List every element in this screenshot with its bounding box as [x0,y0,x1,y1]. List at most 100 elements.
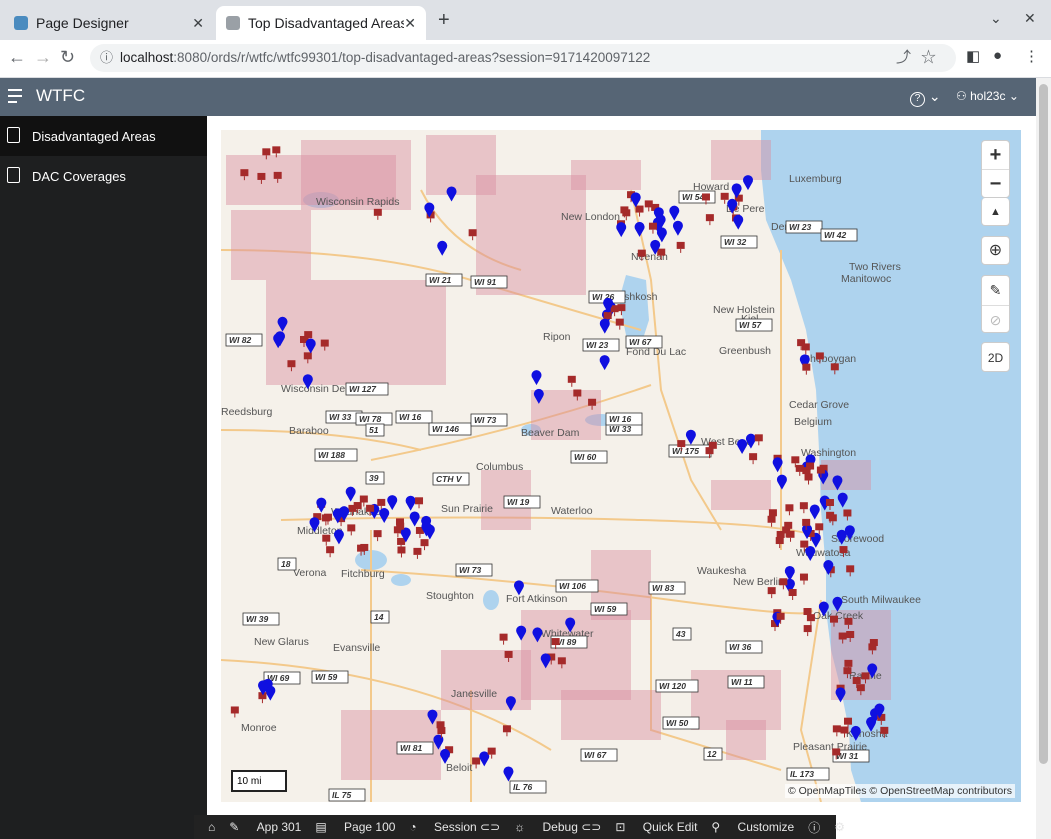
map-pin-red[interactable] [869,639,878,647]
map-pin-red[interactable] [795,464,804,472]
new-tab-button[interactable]: + [438,9,450,32]
map-pin-blue[interactable] [409,511,420,527]
close-window-icon[interactable]: ✕ [1024,10,1036,27]
map-pin-red[interactable] [802,518,811,526]
map-pin-red[interactable] [767,515,776,523]
map-pin-red[interactable] [304,331,313,339]
map-pin-blue[interactable] [437,240,448,256]
map-pin-red[interactable] [720,192,729,200]
help-menu[interactable]: ? ⌄ [910,88,941,107]
map-pin-red[interactable] [844,617,853,625]
map-pin-red[interactable] [437,727,446,735]
reload-icon[interactable]: ↻ [60,47,75,68]
map-pin-red[interactable] [348,504,357,512]
map-pin-blue[interactable] [616,222,627,238]
map-pin-red[interactable] [806,614,815,622]
chevron-down-icon[interactable]: ⌄ [990,10,1002,27]
map-pin-red[interactable] [803,608,812,616]
nav-item-dac-coverages[interactable]: DAC Coverages [0,156,207,196]
map-pin-blue[interactable] [333,529,344,545]
map-pin-red[interactable] [838,632,847,640]
map-pin-blue[interactable] [599,318,610,334]
map-pin-red[interactable] [846,631,855,639]
map-pin-blue[interactable] [405,495,416,511]
map-pin-red[interactable] [799,502,808,510]
map-canvas[interactable]: OshkoshNeenahNew LondonWisconsin RapidsR… [221,130,1021,802]
map-pin-blue[interactable] [531,370,542,386]
map-pin-red[interactable] [804,473,813,481]
map-attribution[interactable]: © OpenMapTiles © OpenStreetMap contribut… [784,784,1015,798]
map-pin-red[interactable] [705,214,714,222]
map-pin-red[interactable] [615,318,624,326]
map-pin-red[interactable] [815,523,824,531]
map-pin-red[interactable] [846,565,855,573]
hamburger-icon[interactable] [8,89,22,103]
2d-3d-toggle-button[interactable]: 2D [981,342,1010,372]
map-pin-red[interactable] [551,638,560,646]
map-pin-blue[interactable] [503,766,514,782]
map-pin-red[interactable] [826,511,835,519]
map-pin-red[interactable] [677,440,686,448]
dev-app-button[interactable]: ✎ App 301 [229,820,301,834]
map-pin-red[interactable] [303,352,312,360]
map-pin-red[interactable] [779,578,788,586]
map-pin-red[interactable] [825,499,834,507]
map-pin-red[interactable] [397,546,406,554]
map-pin-blue[interactable] [669,205,680,221]
close-tab-icon[interactable]: ✕ [192,15,204,32]
map-pin-red[interactable] [323,513,332,521]
map-pin-red[interactable] [415,497,424,505]
map-pin-red[interactable] [257,172,266,180]
map-pin-red[interactable] [815,352,824,360]
map-pin-red[interactable] [701,193,710,201]
back-icon[interactable]: ← [8,47,26,68]
map-pin-blue[interactable] [742,175,753,191]
map-pin-red[interactable] [373,208,382,216]
map-pin-blue[interactable] [685,429,696,445]
map-pin-red[interactable] [273,171,282,179]
map-pin-red[interactable] [705,447,714,455]
map-pin-red[interactable] [802,363,811,371]
map-pin-red[interactable] [637,249,646,257]
map-pin-red[interactable] [326,546,335,554]
map-pin-red[interactable] [657,248,666,256]
map-pin-red[interactable] [230,706,239,714]
map-pin-red[interactable] [856,684,865,692]
map-pin-red[interactable] [504,650,513,658]
map-pin-red[interactable] [377,498,386,506]
dev-customize-button[interactable]: ⚲ Customize [711,820,794,834]
map-pin-red[interactable] [839,546,848,554]
map-pin-red[interactable] [767,587,776,595]
map-pin-red[interactable] [676,241,685,249]
profile-icon[interactable]: ● [993,47,1002,64]
url-input[interactable]: ⓘ localhost:8080/ords/r/wtfc/wtfc99301/t… [90,44,956,72]
map-pin-red[interactable] [502,725,511,733]
map-pin-red[interactable] [557,657,566,665]
map-pin-red[interactable] [861,672,870,680]
map-pin-red[interactable] [880,726,889,734]
forward-icon[interactable]: → [34,47,52,68]
map-pin-red[interactable] [749,453,758,461]
map-pin-blue[interactable] [776,474,787,490]
map-pin-red[interactable] [573,389,582,397]
map-pin-red[interactable] [830,363,839,371]
map-pin-blue[interactable] [672,220,683,236]
draw-polygon-icon[interactable]: ✎ [982,276,1009,305]
map-pin-red[interactable] [816,466,825,474]
close-tab-icon[interactable]: ✕ [404,15,416,32]
zoom-in-button[interactable]: + [982,141,1009,169]
map-pin-red[interactable] [788,588,797,596]
map-pin-blue[interactable] [446,186,457,202]
map-pin-blue[interactable] [630,192,641,208]
sidepanel-icon[interactable]: ◧ [966,47,980,65]
map-pin-red[interactable] [803,625,812,633]
map-pin-red[interactable] [499,633,508,641]
map-pin-blue[interactable] [316,497,327,513]
menu-icon[interactable]: ⋮ [1024,47,1039,65]
map-pin-red[interactable] [843,667,852,675]
map-pin-red[interactable] [287,360,296,368]
dev-page-button[interactable]: ▤ Page 100 [315,820,395,834]
map-pin-red[interactable] [320,339,329,347]
map-pin-red[interactable] [843,509,852,517]
map-pin-red[interactable] [791,456,800,464]
